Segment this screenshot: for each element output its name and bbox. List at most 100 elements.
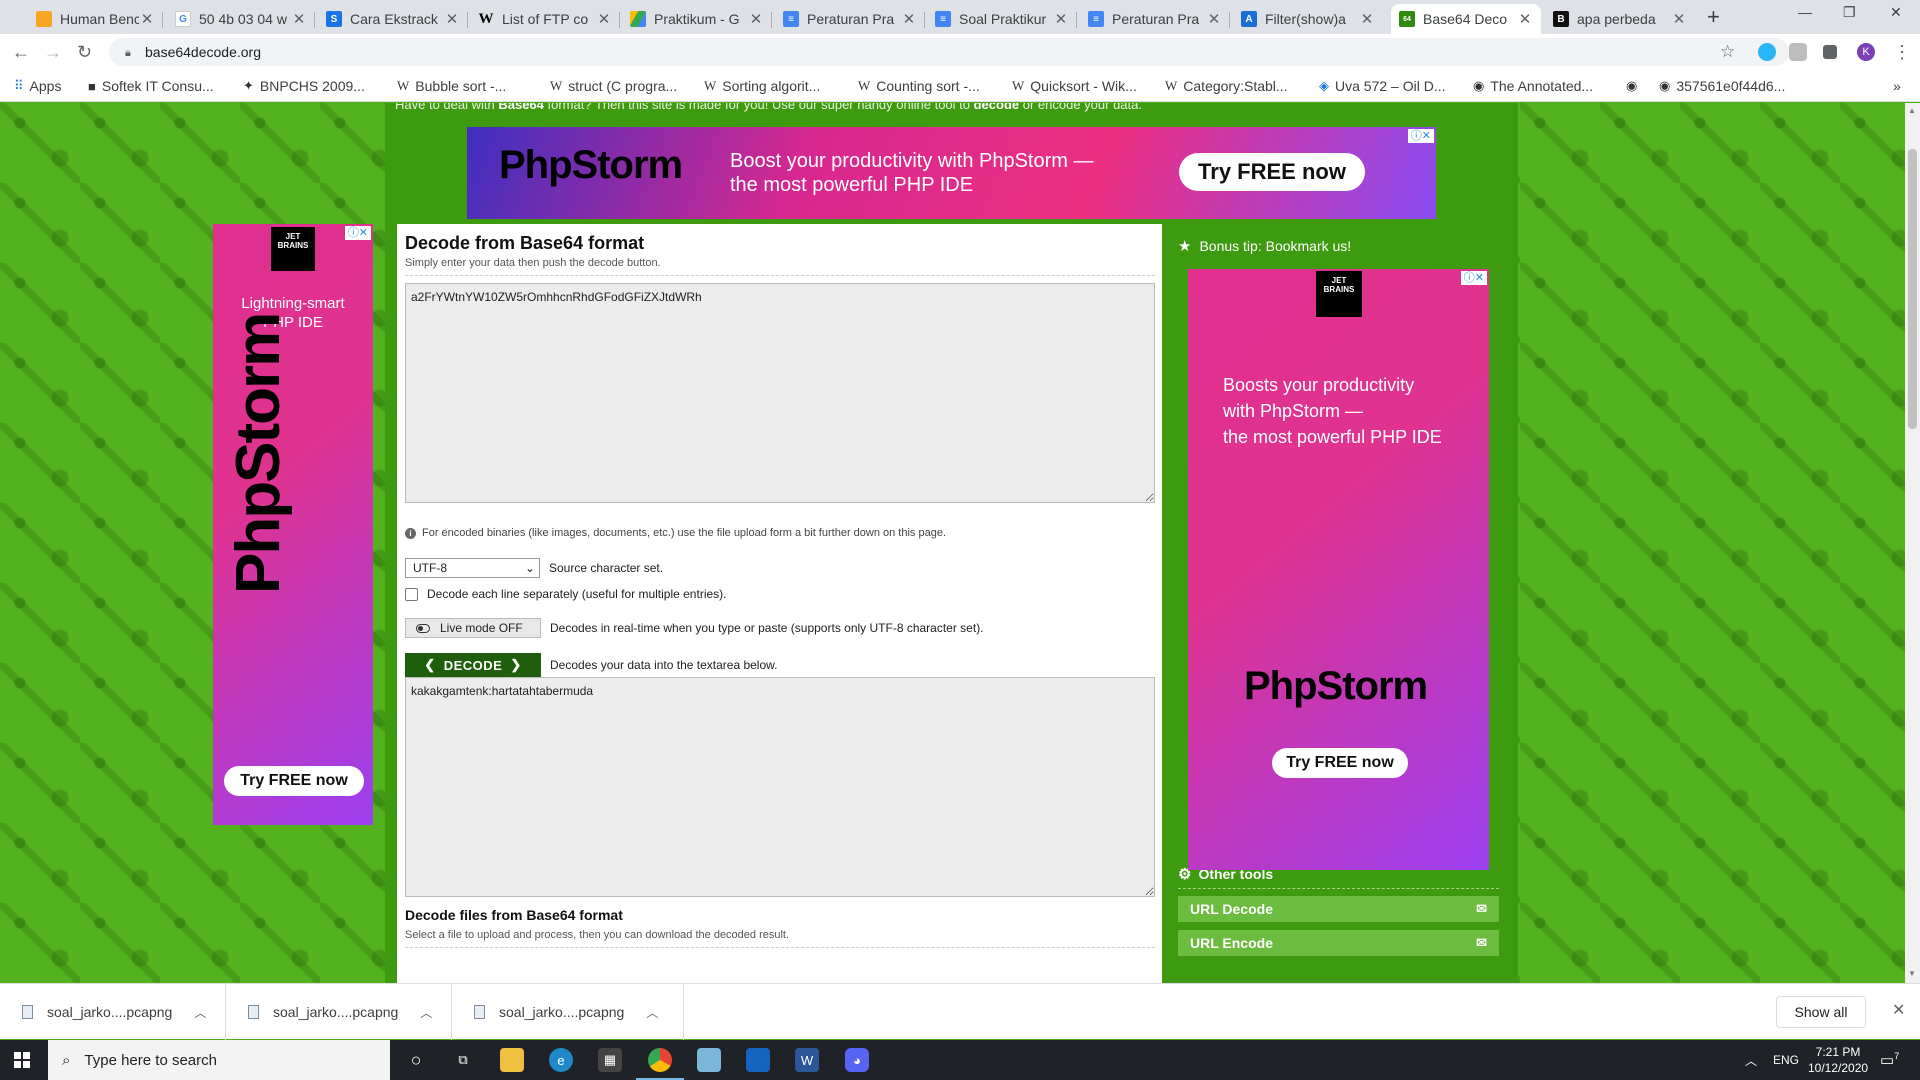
each-line-checkbox[interactable] xyxy=(405,587,418,601)
ad-cta-button[interactable]: Try FREE now xyxy=(1179,153,1365,191)
url-decode-link[interactable]: URL Decode ✉ xyxy=(1178,896,1499,922)
bookmark-item[interactable]: ◈ Uva 572 – Oil D... xyxy=(1319,78,1446,94)
notification-icon[interactable]: ▭7 xyxy=(1880,1051,1899,1069)
close-icon[interactable]: ✕ xyxy=(139,10,155,28)
profile-avatar[interactable]: K xyxy=(1857,43,1875,61)
task-view-icon[interactable]: ⧉ xyxy=(451,1048,475,1072)
tab-4[interactable]: W List of FTP co ✕ xyxy=(470,4,620,34)
more-menu-icon[interactable]: ⋮ xyxy=(1893,42,1911,63)
tab-base64-decode[interactable]: 64 Base64 Deco ✕ xyxy=(1391,4,1541,34)
close-icon[interactable]: ✕ xyxy=(1892,1000,1905,1020)
tab-3[interactable]: S Cara Ekstrack ✕ xyxy=(318,4,468,34)
close-icon[interactable]: ✕ xyxy=(291,10,307,28)
scroll-up-icon[interactable]: ▲ xyxy=(1908,106,1916,115)
input-textarea[interactable]: a2FrYWtnYW10ZW5rOmhhcnRhdGFodGFiZXJtdWRh xyxy=(405,283,1155,503)
chrome-icon[interactable] xyxy=(636,1048,684,1080)
bookmark-item[interactable]: W Category:Stabl... xyxy=(1165,78,1288,94)
close-icon[interactable]: ✕ xyxy=(1206,10,1222,28)
file-explorer-icon[interactable] xyxy=(500,1048,524,1072)
close-icon[interactable]: ✕ xyxy=(596,10,612,28)
tab-11[interactable]: B apa perbeda ✕ xyxy=(1545,4,1695,34)
bookmark-item[interactable]: ◉ 357561e0f44d6... xyxy=(1659,78,1785,94)
ad-banner-right[interactable]: ⓘ✕ JET BRAINS Boosts your productivity wit… xyxy=(1188,269,1489,870)
address-bar[interactable]: 🔒︎ base64decode.org xyxy=(109,38,1789,66)
tab-1[interactable]: Human Bench ✕ xyxy=(28,4,163,34)
chevron-up-icon[interactable]: ︿ xyxy=(194,1004,206,1021)
tab-6[interactable]: ≡ Peraturan Pra ✕ xyxy=(775,4,925,34)
chevron-up-icon[interactable]: ︿ xyxy=(1745,1052,1757,1069)
bookmark-item[interactable]: W Bubble sort -... xyxy=(397,78,506,94)
url-encode-link[interactable]: URL Encode ✉ xyxy=(1178,930,1499,956)
close-icon[interactable]: ✕ xyxy=(1053,10,1069,28)
bookmark-item[interactable]: W Counting sort -... xyxy=(858,78,980,94)
taskbar-search[interactable]: ⌕ Type here to search xyxy=(48,1040,390,1080)
bookmark-item[interactable]: ✦ BNPCHS 2009... xyxy=(243,78,365,94)
language-indicator[interactable]: ENG xyxy=(1773,1053,1799,1067)
scroll-down-icon[interactable]: ▼ xyxy=(1908,969,1916,978)
tab-title: Peraturan Pra xyxy=(1112,11,1200,27)
close-icon[interactable]: ✕ xyxy=(1359,10,1375,28)
bookmark-apps[interactable]: ⠿ Apps xyxy=(14,78,61,94)
chevron-up-icon[interactable]: ︿ xyxy=(646,1004,658,1021)
back-icon[interactable]: ← xyxy=(12,42,30,63)
ad-close-icon[interactable]: ⓘ✕ xyxy=(1460,271,1487,285)
bookmark-item[interactable]: W Quicksort - Wik... xyxy=(1012,78,1137,94)
shield-icon[interactable] xyxy=(1789,43,1807,61)
site-icon: ✦ xyxy=(243,78,254,93)
store-icon[interactable]: ▦ xyxy=(598,1048,622,1072)
maximize-icon[interactable]: ❐ xyxy=(1843,4,1856,21)
download-item[interactable]: soal_jarko....pcapng ︿ xyxy=(0,984,226,1040)
download-item[interactable]: soal_jarko....pcapng ︿ xyxy=(452,984,684,1040)
clock[interactable]: 7:21 PM 10/12/2020 xyxy=(1808,1044,1868,1076)
app-icon[interactable] xyxy=(697,1048,721,1072)
close-icon[interactable]: ✕ xyxy=(1517,10,1533,28)
show-all-button[interactable]: Show all xyxy=(1776,996,1866,1028)
page-scrollbar[interactable]: ▲ ▼ xyxy=(1905,103,1920,983)
close-icon[interactable]: ✕ xyxy=(901,10,917,28)
base64-icon: 64 xyxy=(1399,11,1415,27)
chevron-up-icon[interactable]: ︿ xyxy=(420,1004,432,1021)
tab-5[interactable]: Praktikum - G ✕ xyxy=(622,4,772,34)
bookmark-item[interactable]: ◉ The Annotated... xyxy=(1473,78,1593,94)
bookmark-item[interactable]: ◉ xyxy=(1626,78,1643,94)
bookmarks-overflow-icon[interactable]: » xyxy=(1893,78,1901,94)
output-textarea[interactable]: kakakgamtenk:hartatahtabermuda xyxy=(405,677,1155,897)
new-tab-button[interactable]: + xyxy=(1707,4,1720,30)
tab-8[interactable]: ≡ Peraturan Pra ✕ xyxy=(1080,4,1230,34)
edge-icon[interactable]: e xyxy=(549,1048,573,1072)
word-icon[interactable]: W xyxy=(795,1048,819,1072)
tab-7[interactable]: ≡ Soal Praktikur ✕ xyxy=(927,4,1077,34)
globe-icon: ◉ xyxy=(1473,78,1485,93)
bookmark-item[interactable]: W Sorting algorit... xyxy=(704,78,820,94)
tab-9[interactable]: A Filter(show)a ✕ xyxy=(1233,4,1383,34)
bookmark-item[interactable]: Wstruct (C progra... xyxy=(550,78,677,94)
minimize-icon[interactable]: — xyxy=(1798,4,1812,20)
close-icon[interactable]: ✕ xyxy=(1671,10,1687,28)
forward-icon[interactable]: → xyxy=(44,42,62,63)
extensions-puzzle-icon[interactable] xyxy=(1823,45,1837,59)
decode-button[interactable]: ❮ DECODE ❯ xyxy=(405,653,541,677)
ad-cta-button[interactable]: Try FREE now xyxy=(1272,748,1408,778)
extension-icon[interactable] xyxy=(1758,43,1776,61)
tab-2[interactable]: G 50 4b 03 04 w ✕ xyxy=(167,4,315,34)
live-mode-toggle[interactable]: Live mode OFF xyxy=(405,618,541,638)
ad-banner-left[interactable]: ⓘ✕ JET BRAINS Lightning-smart PHP IDE PhpS… xyxy=(213,224,373,825)
ad-cta-button[interactable]: Try FREE now xyxy=(224,766,364,796)
ad-message: Boost your productivity with PhpStorm — t… xyxy=(730,150,1094,196)
scrollbar-thumb[interactable] xyxy=(1908,149,1917,429)
bookmark-star-icon[interactable]: ☆ xyxy=(1720,42,1735,62)
download-item[interactable]: soal_jarko....pcapng ︿ xyxy=(226,984,452,1040)
discord-icon[interactable]: ◕ xyxy=(845,1048,869,1072)
cortana-icon[interactable]: ○ xyxy=(404,1048,428,1072)
windows-start-icon[interactable] xyxy=(14,1052,30,1068)
bookmark-item[interactable]: ■ Softek IT Consu... xyxy=(88,78,214,94)
reload-icon[interactable]: ↻ xyxy=(77,42,92,63)
close-icon[interactable]: ✕ xyxy=(748,10,764,28)
wireshark-icon[interactable] xyxy=(746,1048,770,1072)
window-close-icon[interactable]: ✕ xyxy=(1890,4,1902,21)
ad-banner-top[interactable]: ⓘ✕ PhpStorm Boost your productivity with… xyxy=(467,127,1436,219)
close-icon[interactable]: ✕ xyxy=(444,10,460,28)
ad-close-icon[interactable]: ⓘ✕ xyxy=(344,226,371,240)
charset-select[interactable]: UTF-8 ⌄ xyxy=(405,558,540,578)
ad-close-icon[interactable]: ⓘ✕ xyxy=(1407,129,1434,143)
